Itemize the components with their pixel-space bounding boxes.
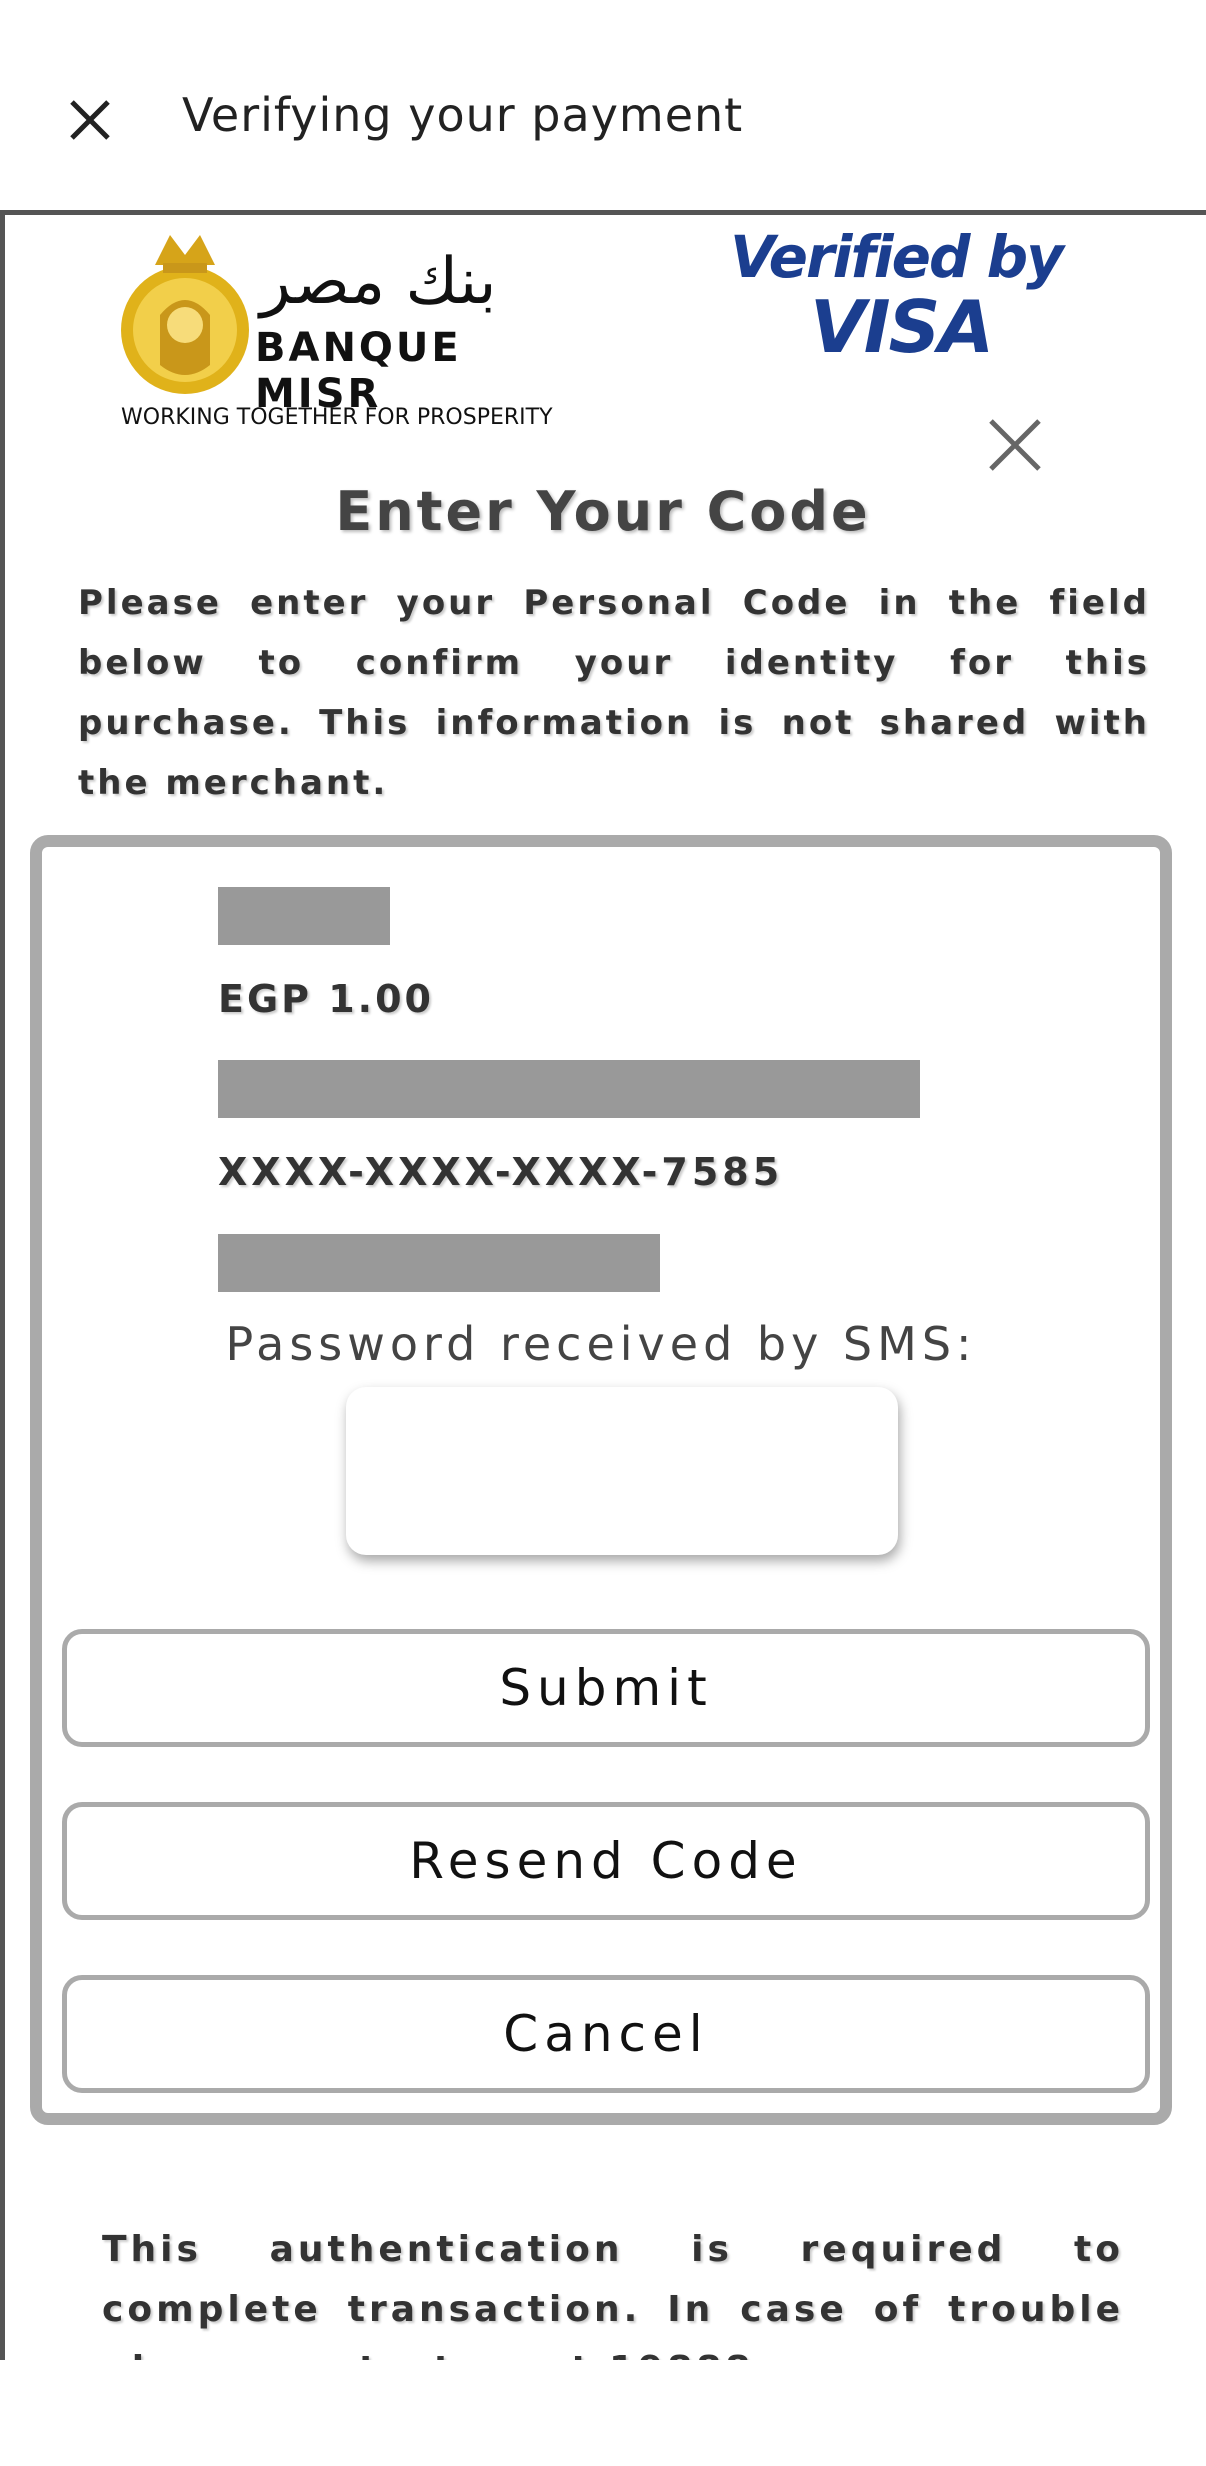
cancel-button[interactable]: Cancel: [62, 1975, 1150, 2093]
vbv-line2: VISA: [810, 285, 994, 369]
page-title: Verifying your payment: [182, 88, 744, 142]
resend-code-button[interactable]: Resend Code: [62, 1802, 1150, 1920]
amount-value: EGP 1.00: [218, 977, 434, 1021]
card-number: XXXX-XXXX-XXXX-7585: [218, 1150, 784, 1194]
verified-by-visa-logo: Verified by VISA: [730, 223, 1064, 373]
close-button[interactable]: [60, 90, 120, 150]
banque-misr-logo: بنك مصر Banque Misr Working Together For…: [115, 225, 575, 465]
vbv-line1: Verified by: [730, 223, 1064, 291]
dialog-heading: Enter Your Code: [335, 480, 871, 543]
dialog-close-button[interactable]: [985, 415, 1045, 475]
emblem-icon: [121, 235, 249, 394]
bank-arabic-name: بنك مصر: [260, 245, 497, 319]
close-icon: [70, 100, 110, 140]
footer-text: This authentication is required to compl…: [102, 2229, 1124, 2360]
app-header: Verifying your payment: [0, 0, 1206, 212]
redacted-label: [218, 887, 390, 945]
sms-password-input[interactable]: [346, 1387, 898, 1555]
close-icon: [989, 419, 1041, 471]
submit-button[interactable]: Submit: [62, 1629, 1150, 1747]
intro-text: Please enter your Personal Code in the f…: [78, 583, 1150, 803]
verification-frame: بنك مصر Banque Misr Working Together For…: [0, 215, 1206, 2360]
redacted-label: [218, 1234, 660, 1292]
payment-details-card: EGP 1.00 XXXX-XXXX-XXXX-7585 Password re…: [30, 835, 1172, 2125]
redacted-label: [218, 1060, 920, 1118]
bank-name: Banque Misr: [255, 325, 462, 417]
bottom-area: [0, 2360, 1206, 2466]
password-label: Password received by SMS:: [225, 1317, 977, 1371]
bank-tagline: Working Together For Prosperity: [121, 405, 553, 430]
